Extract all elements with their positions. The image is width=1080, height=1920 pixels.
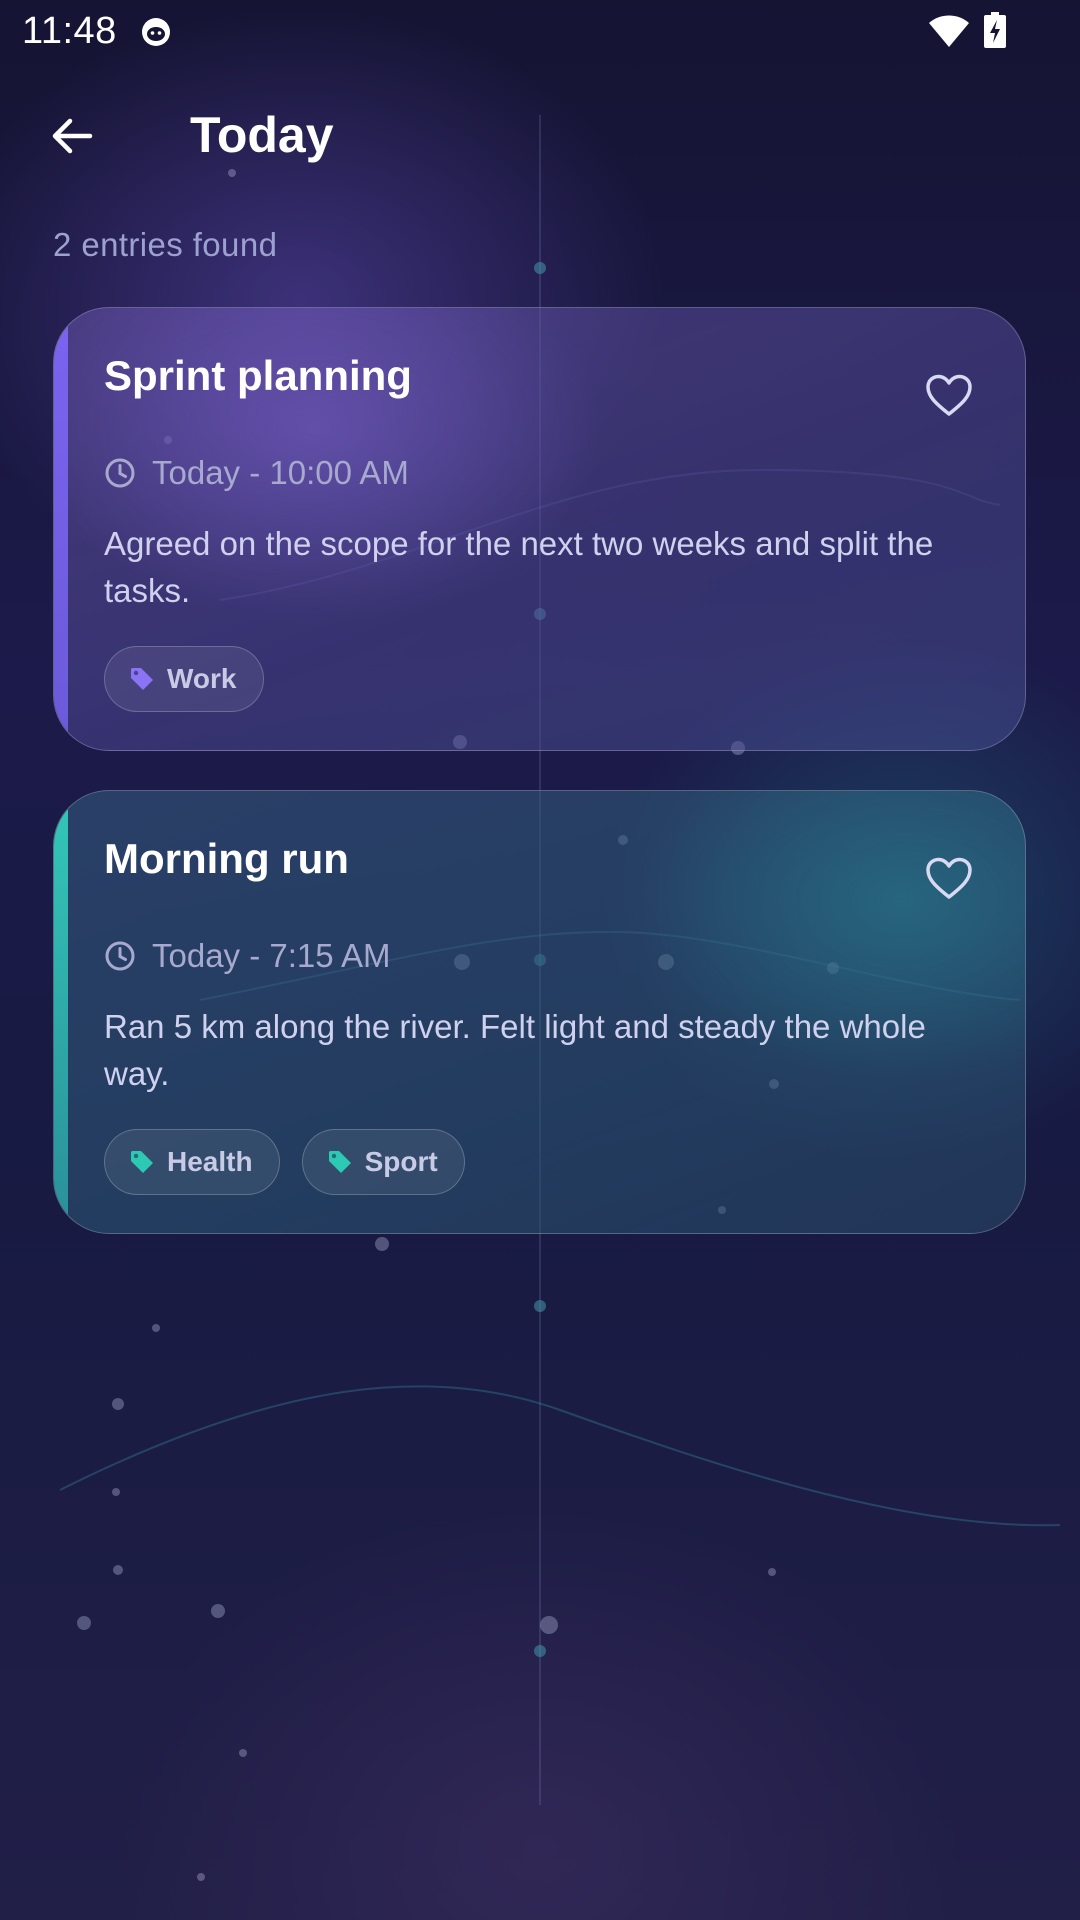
tag-label: Health xyxy=(167,1146,253,1177)
tag-icon xyxy=(131,668,153,690)
tag-icon xyxy=(328,1151,351,1173)
page-title: Today xyxy=(190,107,334,163)
favorite-button[interactable] xyxy=(921,851,977,907)
tag-label: Sport xyxy=(364,1146,438,1177)
entry-body: Agreed on the scope for the next two wee… xyxy=(104,525,934,609)
entry-card[interactable]: Sprint planning Today - 10:00 AM Agreed … xyxy=(53,307,1026,751)
entry-time-text: Today - 10:00 AM xyxy=(152,454,409,491)
status-bar: 11:48 xyxy=(0,0,1080,64)
entry-title: Morning run xyxy=(104,835,349,882)
clock-icon xyxy=(105,941,135,971)
entry-time: Today - 7:15 AM xyxy=(104,937,390,975)
entry-time: Today - 10:00 AM xyxy=(104,454,409,492)
tag-chip-sport[interactable]: Sport xyxy=(301,1129,465,1195)
favorite-button[interactable] xyxy=(921,368,977,424)
tag-list: Work xyxy=(104,646,264,712)
card-accent-bar xyxy=(54,791,68,1233)
tag-chip-work[interactable]: Work xyxy=(104,646,264,712)
heart-outline-icon xyxy=(926,374,972,416)
entry-title: Sprint planning xyxy=(104,352,412,399)
card-accent-bar xyxy=(54,308,68,750)
heart-outline-icon xyxy=(926,857,972,899)
tag-label: Work xyxy=(167,663,237,694)
tag-icon xyxy=(131,1151,153,1173)
back-button[interactable] xyxy=(44,108,100,164)
tag-chip-health[interactable]: Health xyxy=(104,1129,280,1195)
entry-card[interactable]: Morning run Today - 7:15 AM Ran 5 km alo… xyxy=(53,790,1026,1234)
clock-icon xyxy=(105,458,135,488)
entry-time-text: Today - 7:15 AM xyxy=(152,937,391,974)
entries-count: 2 entries found xyxy=(53,226,278,263)
arrow-left-icon xyxy=(52,118,93,154)
status-time: 11:48 xyxy=(22,10,117,52)
tag-list: Health Sport xyxy=(104,1129,465,1195)
wifi-icon xyxy=(928,14,970,48)
entry-body: Ran 5 km along the river. Felt light and… xyxy=(104,1008,926,1092)
cat-app-icon xyxy=(140,15,172,47)
battery-charging-icon xyxy=(984,12,1006,48)
